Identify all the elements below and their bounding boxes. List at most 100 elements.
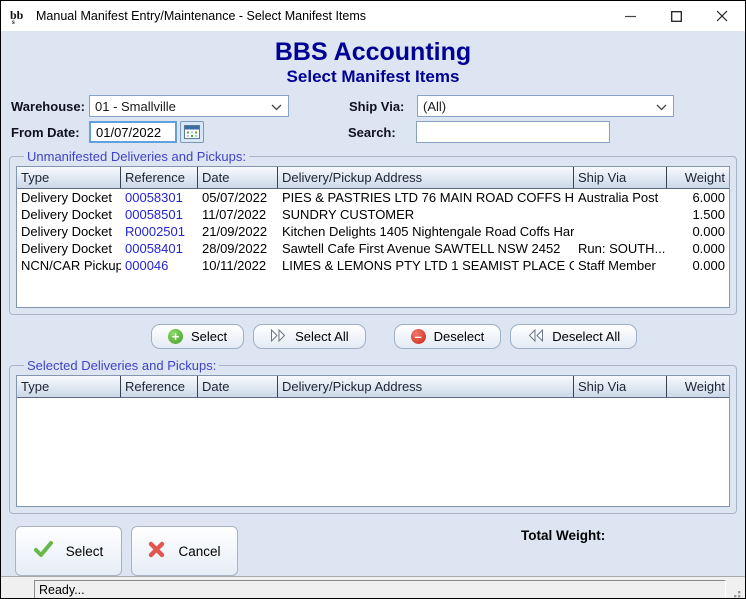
column-header-reference: Reference	[121, 167, 198, 188]
column-header-address: Delivery/Pickup Address	[278, 167, 574, 188]
cell-date: 11/07/2022	[198, 206, 278, 223]
column-header-reference: Reference	[121, 376, 198, 397]
table-row[interactable]: NCN/CAR Pickup 000046 10/11/2022 LIMES &…	[17, 257, 729, 274]
cell-reference-link[interactable]: 000046	[121, 257, 198, 274]
calendar-button[interactable]	[180, 121, 204, 143]
selected-group: Selected Deliveries and Pickups: Type Re…	[9, 358, 737, 514]
selected-table: Type Reference Date Delivery/Pickup Addr…	[16, 375, 730, 507]
table-row[interactable]: Delivery Docket 00058401 28/09/2022 Sawt…	[17, 240, 729, 257]
ship-via-value: (All)	[423, 99, 446, 114]
cell-reference-link[interactable]: 00058501	[121, 206, 198, 223]
minimize-icon	[625, 11, 636, 22]
confirm-select-label: Select	[66, 544, 104, 559]
cell-weight: 0.000	[667, 223, 729, 240]
column-header-date: Date	[198, 167, 278, 188]
cell-date: 21/09/2022	[198, 223, 278, 240]
column-header-address: Delivery/Pickup Address	[278, 376, 574, 397]
cell-type: Delivery Docket	[17, 240, 121, 257]
cell-type: Delivery Docket	[17, 189, 121, 206]
unmanifested-group: Unmanifested Deliveries and Pickups: Typ…	[9, 149, 737, 315]
select-all-button-label: Select All	[295, 329, 348, 344]
window-controls	[607, 1, 745, 31]
from-date-label: From Date:	[9, 125, 89, 140]
cell-type: Delivery Docket	[17, 223, 121, 240]
table-row[interactable]: Delivery Docket R0002501 21/09/2022 Kitc…	[17, 223, 729, 240]
minus-circle-icon: –	[411, 329, 426, 344]
chevron-down-icon	[271, 99, 282, 114]
footer: Select Cancel Total Weight:	[9, 526, 737, 576]
select-button-label: Select	[191, 329, 227, 344]
warehouse-select[interactable]: 01 - Smallville	[89, 95, 289, 117]
maximize-button[interactable]	[653, 1, 699, 31]
ship-via-select[interactable]: (All)	[417, 95, 674, 117]
cell-date: 05/07/2022	[198, 189, 278, 206]
maximize-icon	[671, 11, 682, 22]
statusbar: Ready...	[1, 576, 745, 599]
filter-row-1: Warehouse: 01 - Smallville Ship Via: (Al…	[9, 95, 737, 117]
selected-table-body	[17, 398, 729, 506]
plus-circle-icon: +	[168, 329, 183, 344]
column-header-weight: Weight	[667, 376, 729, 397]
cell-shipvia: Australia Post	[574, 189, 667, 206]
app-title: BBS Accounting	[9, 38, 737, 66]
close-button[interactable]	[699, 1, 745, 31]
cell-address: Sawtell Cafe First Avenue SAWTELL NSW 24…	[278, 240, 574, 257]
window-title: Manual Manifest Entry/Maintenance - Sele…	[36, 9, 366, 23]
double-left-arrow-icon	[527, 329, 544, 345]
total-weight-label: Total Weight:	[521, 528, 605, 543]
calendar-icon	[184, 125, 200, 139]
resize-grip[interactable]	[728, 589, 742, 599]
double-right-arrow-icon	[270, 329, 287, 345]
deselect-all-button-label: Deselect All	[552, 329, 620, 344]
selected-group-label: Selected Deliveries and Pickups:	[24, 358, 219, 373]
chevron-down-icon	[656, 99, 667, 114]
column-header-type: Type	[17, 167, 121, 188]
deselect-all-button[interactable]: Deselect All	[510, 324, 637, 349]
cell-address: LIMES & LEMONS PTY LTD 1 SEAMIST PLACE C…	[278, 257, 574, 274]
minimize-button[interactable]	[607, 1, 653, 31]
filter-row-2: From Date: Search:	[9, 121, 737, 143]
cell-reference-link[interactable]: R0002501	[121, 223, 198, 240]
column-header-date: Date	[198, 376, 278, 397]
check-icon	[34, 541, 53, 561]
warehouse-value: 01 - Smallville	[95, 99, 176, 114]
deselect-button-label: Deselect	[434, 329, 485, 344]
confirm-select-button[interactable]: Select	[15, 526, 122, 576]
selection-actions: + Select Select All – Deselect Deselect …	[151, 324, 737, 349]
cell-shipvia: Run: SOUTH...	[574, 240, 667, 257]
column-header-type: Type	[17, 376, 121, 397]
select-button[interactable]: + Select	[151, 324, 244, 349]
cell-type: Delivery Docket	[17, 206, 121, 223]
select-all-button[interactable]: Select All	[253, 324, 365, 349]
cell-shipvia	[574, 206, 667, 223]
cell-address: SUNDRY CUSTOMER	[278, 206, 574, 223]
cell-shipvia	[574, 223, 667, 240]
cell-date: 28/09/2022	[198, 240, 278, 257]
svg-text:s: s	[12, 18, 15, 25]
close-icon	[716, 10, 728, 22]
unmanifested-table: Type Reference Date Delivery/Pickup Addr…	[16, 166, 730, 308]
from-date-input[interactable]	[89, 121, 177, 143]
table-row[interactable]: Delivery Docket 00058501 11/07/2022 SUND…	[17, 206, 729, 223]
status-text: Ready...	[34, 580, 726, 599]
titlebar: bb s Manual Manifest Entry/Maintenance -…	[1, 1, 745, 31]
cell-reference-link[interactable]: 00058401	[121, 240, 198, 257]
cell-weight: 0.000	[667, 240, 729, 257]
table-row[interactable]: Delivery Docket 00058301 05/07/2022 PIES…	[17, 189, 729, 206]
column-header-shipvia: Ship Via	[574, 167, 667, 188]
cancel-button[interactable]: Cancel	[131, 526, 238, 576]
cell-address: PIES & PASTRIES LTD 76 MAIN ROAD COFFS H…	[278, 189, 574, 206]
ship-via-label: Ship Via:	[349, 99, 417, 114]
cell-weight: 6.000	[667, 189, 729, 206]
cell-reference-link[interactable]: 00058301	[121, 189, 198, 206]
cell-address: Kitchen Delights 1405 Nightengale Road C…	[278, 223, 574, 240]
bbs-app-icon: bb s	[9, 8, 29, 25]
selected-table-header: Type Reference Date Delivery/Pickup Addr…	[17, 376, 729, 398]
search-input[interactable]	[416, 121, 610, 143]
deselect-button[interactable]: – Deselect	[394, 324, 502, 349]
column-header-weight: Weight	[667, 167, 729, 188]
dialog-window: bb s Manual Manifest Entry/Maintenance -…	[0, 0, 746, 599]
dialog-content: BBS Accounting Select Manifest Items War…	[1, 31, 745, 576]
cell-date: 10/11/2022	[198, 257, 278, 274]
column-header-shipvia: Ship Via	[574, 376, 667, 397]
